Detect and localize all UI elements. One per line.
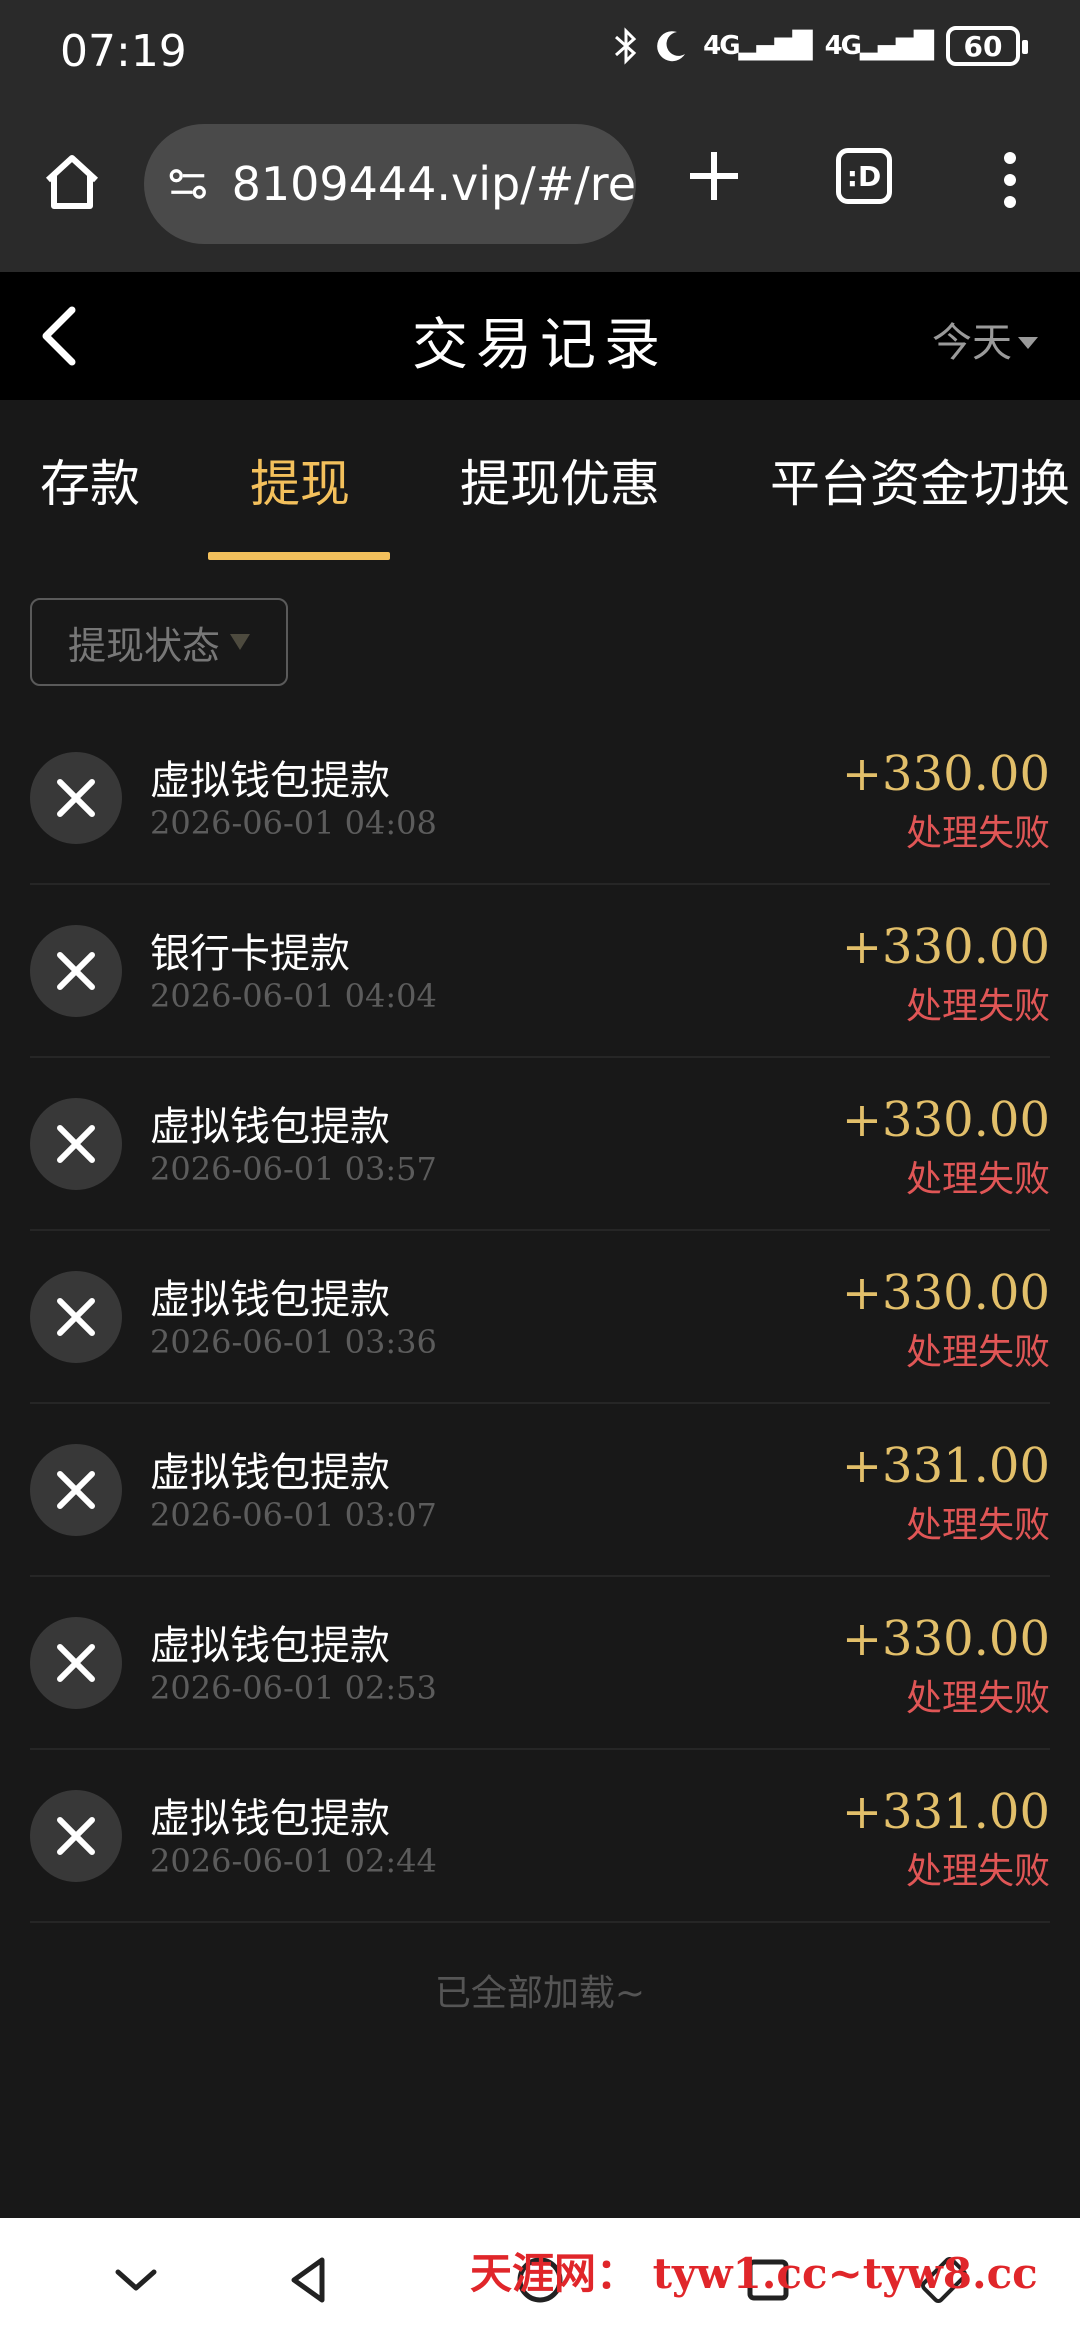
transaction-status: 处理失败 (905, 813, 1050, 854)
status-icons: 4G▂▄▆█ 4G▂▄▆█ 60 (613, 26, 1028, 66)
list-item[interactable]: 虚拟钱包提款 2026-06-01 02:44 +331.00 处理失败 (30, 1750, 1050, 1923)
failed-icon (30, 1271, 122, 1363)
system-nav-bar: 天涯网： tyw1.cc~tyw8.cc (0, 2218, 1080, 2340)
transaction-amount: +330.00 (841, 746, 1050, 802)
bluetooth-icon (615, 27, 637, 65)
list-item[interactable]: 虚拟钱包提款 2026-06-01 04:08 +330.00 处理失败 (30, 712, 1050, 885)
tab-fund-transfer[interactable]: 平台资金切换 (770, 444, 1070, 516)
status-time: 07:19 (60, 26, 187, 77)
transaction-status: 处理失败 (905, 1851, 1050, 1892)
transaction-time: 2026-06-01 04:04 (150, 977, 437, 1015)
transaction-name: 虚拟钱包提款 (150, 1450, 390, 1496)
caret-down-icon (230, 634, 250, 650)
failed-icon (30, 1790, 122, 1882)
tab-deposit[interactable]: 存款 (40, 444, 140, 516)
transaction-time: 2026-06-01 02:44 (150, 1842, 437, 1880)
date-range-dropdown[interactable]: 今天 (932, 310, 1038, 368)
transaction-status: 处理失败 (905, 1505, 1050, 1546)
transaction-status: 处理失败 (905, 1159, 1050, 1200)
more-menu-icon[interactable] (998, 148, 1022, 212)
failed-icon (30, 752, 122, 844)
page-title: 交易记录 (412, 313, 668, 378)
transaction-time: 2026-06-01 03:07 (150, 1496, 437, 1534)
new-tab-icon[interactable] (686, 148, 742, 204)
transaction-status: 处理失败 (905, 986, 1050, 1027)
transaction-amount: +330.00 (841, 1611, 1050, 1667)
page-header: 交易记录 今天 (0, 272, 1080, 400)
date-range-label: 今天 (932, 320, 1012, 366)
transaction-status: 处理失败 (905, 1332, 1050, 1373)
watermark-text: 天涯网： tyw1.cc~tyw8.cc (470, 2249, 1038, 2298)
tabs-switcher-button[interactable]: :D (836, 148, 892, 204)
list-item[interactable]: 银行卡提款 2026-06-01 04:04 +330.00 处理失败 (30, 885, 1050, 1058)
withdraw-status-filter[interactable]: 提现状态 (30, 598, 288, 686)
transaction-status: 处理失败 (905, 1678, 1050, 1719)
signal-icon-1: 4G▂▄▆█ (703, 31, 812, 61)
transaction-time: 2026-06-01 04:08 (150, 804, 437, 842)
transaction-amount: +330.00 (841, 1265, 1050, 1321)
transaction-name: 虚拟钱包提款 (150, 1623, 390, 1669)
address-bar[interactable]: 8109444.vip/#/re (144, 124, 636, 244)
status-bar: 07:19 4G▂▄▆█ 4G▂▄▆█ 60 (0, 0, 1080, 104)
browser-toolbar: 8109444.vip/#/re :D (0, 104, 1080, 272)
list-item[interactable]: 虚拟钱包提款 2026-06-01 03:36 +330.00 处理失败 (30, 1231, 1050, 1404)
list-item[interactable]: 虚拟钱包提款 2026-06-01 02:53 +330.00 处理失败 (30, 1577, 1050, 1750)
battery-icon: 60 (946, 26, 1028, 66)
list-item[interactable]: 虚拟钱包提款 2026-06-01 03:07 +331.00 处理失败 (30, 1404, 1050, 1577)
failed-icon (30, 925, 122, 1017)
active-tab-indicator (208, 552, 390, 560)
failed-icon (30, 1098, 122, 1190)
tab-withdraw[interactable]: 提现 (250, 444, 350, 516)
transaction-amount: +330.00 (841, 919, 1050, 975)
transaction-time: 2026-06-01 02:53 (150, 1669, 437, 1707)
transaction-name: 银行卡提款 (150, 931, 350, 977)
transaction-name: 虚拟钱包提款 (150, 758, 390, 804)
nav-back-icon[interactable] (284, 2254, 336, 2306)
caret-down-icon (1018, 337, 1038, 349)
filter-label: 提现状态 (67, 623, 220, 668)
tab-withdraw-promo[interactable]: 提现优惠 (460, 444, 660, 516)
list-end-note: 已全部加载~ (434, 1973, 646, 2014)
transaction-name: 虚拟钱包提款 (150, 1277, 390, 1323)
failed-icon (30, 1444, 122, 1536)
list-item[interactable]: 虚拟钱包提款 2026-06-01 03:57 +330.00 处理失败 (30, 1058, 1050, 1231)
failed-icon (30, 1617, 122, 1709)
transaction-time: 2026-06-01 03:36 (150, 1323, 437, 1361)
transaction-amount: +330.00 (841, 1092, 1050, 1148)
transaction-time: 2026-06-01 03:57 (150, 1150, 437, 1188)
url-text: 8109444.vip/#/re (231, 157, 636, 211)
transaction-list: 虚拟钱包提款 2026-06-01 04:08 +330.00 处理失败 银行卡… (30, 712, 1050, 1923)
site-settings-icon[interactable] (168, 164, 208, 204)
transaction-name: 虚拟钱包提款 (150, 1796, 390, 1842)
transaction-amount: +331.00 (841, 1784, 1050, 1840)
transaction-amount: +331.00 (841, 1438, 1050, 1494)
moon-icon (657, 31, 686, 62)
tab-bar: 存款 提现 提现优惠 平台资金切换 (0, 400, 1080, 564)
transaction-name: 虚拟钱包提款 (150, 1104, 390, 1150)
chevron-down-icon[interactable] (110, 2254, 162, 2306)
signal-icon-2: 4G▂▄▆█ (824, 31, 934, 61)
home-icon[interactable] (40, 150, 104, 214)
